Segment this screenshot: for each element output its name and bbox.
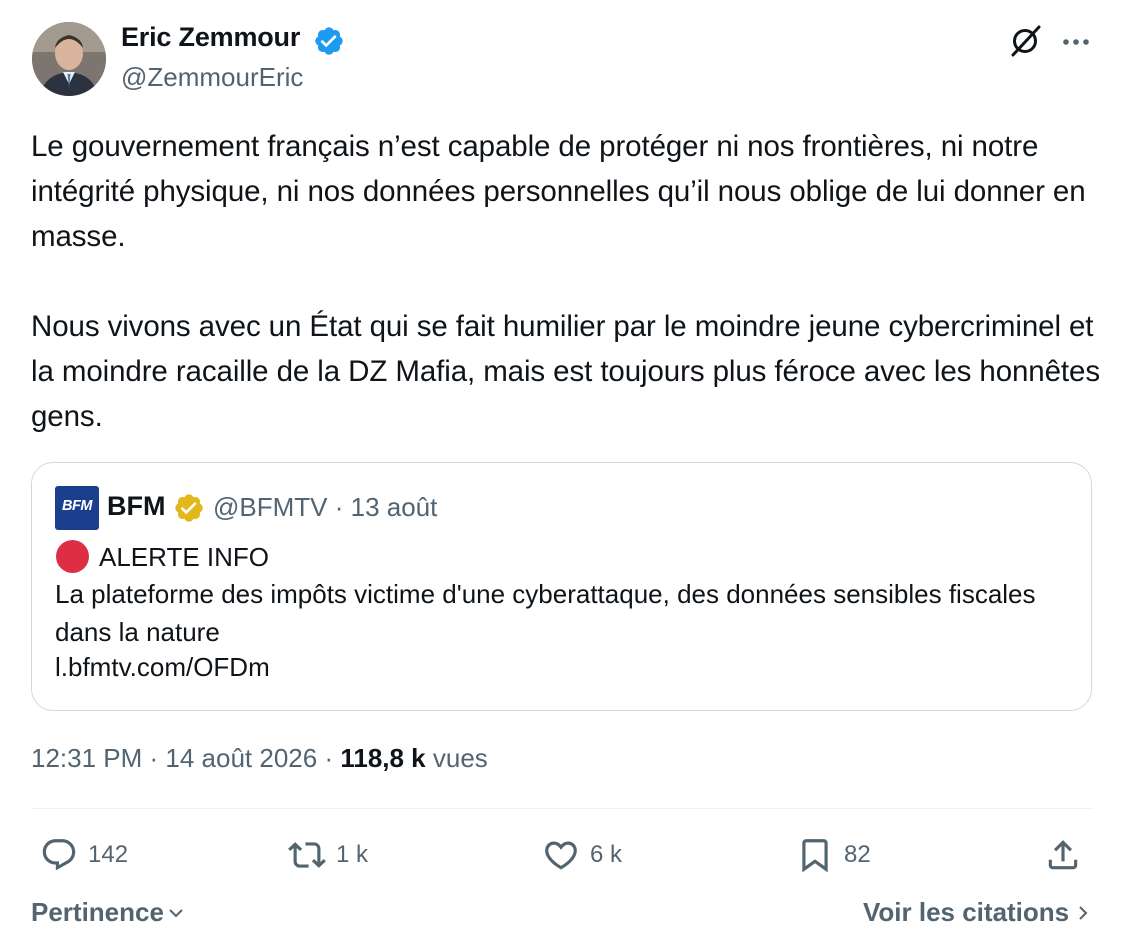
share-button[interactable] bbox=[1044, 834, 1092, 876]
tweet-text: Le gouvernement français n’est capable d… bbox=[31, 130, 1100, 433]
sort-dropdown[interactable]: Pertinence bbox=[31, 897, 186, 928]
quoted-link[interactable]: l.bfmtv.com/OFDm bbox=[55, 652, 270, 683]
like-button[interactable]: 6 k bbox=[542, 834, 622, 876]
retweet-count: 1 k bbox=[336, 841, 369, 868]
reply-count: 142 bbox=[88, 841, 129, 868]
share-icon bbox=[1048, 840, 1078, 870]
views-label: vues bbox=[425, 743, 488, 773]
author-name[interactable]: Eric Zemmour bbox=[121, 22, 300, 53]
grok-icon[interactable] bbox=[1006, 22, 1044, 60]
tweet-time[interactable]: 12:31 PM bbox=[31, 743, 142, 773]
divider bbox=[31, 808, 1093, 809]
more-icon[interactable] bbox=[1058, 24, 1094, 60]
sort-label: Pertinence bbox=[31, 897, 164, 927]
quoted-handle-date: @BFMTV · 13 août bbox=[213, 492, 438, 522]
avatar[interactable] bbox=[32, 22, 106, 96]
reply-icon bbox=[42, 839, 76, 871]
bookmark-count: 82 bbox=[844, 841, 871, 868]
bookmark-icon bbox=[802, 839, 828, 873]
bfm-logo: BFM bbox=[55, 486, 99, 530]
author-handle[interactable]: @ZemmourEric bbox=[121, 62, 303, 93]
like-icon bbox=[545, 841, 577, 870]
chevron-down-icon bbox=[169, 908, 183, 917]
view-quotes-label: Voir les citations bbox=[863, 897, 1070, 927]
chevron-right-icon bbox=[1079, 905, 1088, 920]
bookmark-button[interactable]: 82 bbox=[796, 834, 871, 876]
quoted-alert-label: ALERTE INFO bbox=[99, 542, 270, 572]
tweet-meta: 12:31 PM · 14 août 2026 · 118,8 k vues bbox=[31, 743, 488, 774]
views-count: 118,8 k bbox=[340, 743, 426, 773]
verified-badge-icon[interactable] bbox=[313, 25, 345, 57]
quoted-author-name: BFM bbox=[107, 491, 166, 521]
meta-separator: · bbox=[142, 743, 166, 773]
quoted-tweet-card[interactable]: BFM BFM @BFMTV · 13 août ALERTE INFO La … bbox=[31, 462, 1092, 711]
retweet-button[interactable]: 1 k bbox=[288, 834, 368, 876]
verified-badge-icon bbox=[173, 492, 205, 524]
like-count: 6 k bbox=[590, 841, 623, 868]
quoted-text: La plateforme des impôts victime d'une c… bbox=[55, 579, 1036, 647]
view-quotes-link[interactable]: Voir les citations bbox=[863, 897, 1091, 928]
retweet-icon bbox=[288, 842, 326, 868]
red-circle-icon bbox=[56, 540, 89, 573]
reply-button[interactable]: 142 bbox=[40, 834, 128, 876]
tweet-date[interactable]: 14 août 2026 bbox=[165, 743, 317, 773]
meta-separator: · bbox=[317, 743, 341, 773]
